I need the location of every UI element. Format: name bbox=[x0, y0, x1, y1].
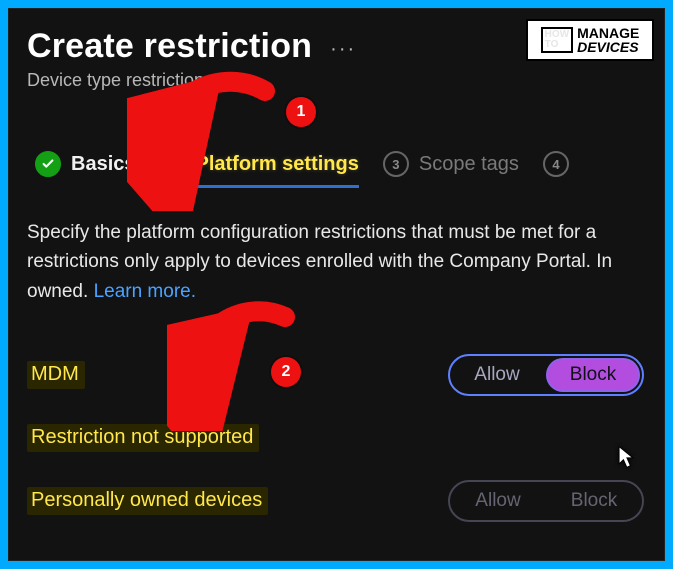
setting-label: Restriction not supported bbox=[27, 424, 259, 452]
app-frame: HOW TO MANAGE DEVICES Create restriction… bbox=[8, 8, 665, 561]
logo-to: TO bbox=[545, 40, 569, 50]
description-line-1: Specify the platform configuration restr… bbox=[27, 222, 596, 243]
wizard-steps: Basics 2 Platform settings 3 Scope tags … bbox=[27, 151, 646, 186]
step-number-icon: 4 bbox=[543, 151, 569, 177]
toggle-mdm[interactable]: Allow Block bbox=[448, 354, 644, 396]
settings-list: MDM Allow Block Restriction not supporte… bbox=[27, 354, 646, 522]
step-number-icon: 3 bbox=[383, 151, 409, 177]
step-label: Basics bbox=[71, 153, 136, 176]
page-subtitle: Device type restriction bbox=[27, 70, 646, 91]
annotation-arrow-1 bbox=[127, 71, 287, 211]
logo-devices: DEVICES bbox=[577, 40, 638, 54]
description-block: Specify the platform configuration restr… bbox=[27, 218, 646, 306]
more-options-button[interactable]: ··· bbox=[330, 32, 356, 61]
setting-label: MDM bbox=[27, 361, 85, 389]
description-line-2: restrictions only apply to devices enrol… bbox=[27, 251, 612, 272]
toggle-option-block: Block bbox=[546, 482, 642, 520]
logo-howto: HOW TO bbox=[541, 27, 573, 53]
checkmark-icon bbox=[35, 151, 61, 177]
toggle-option-allow: Allow bbox=[450, 482, 546, 520]
page-title: Create restriction bbox=[27, 27, 312, 66]
learn-more-link[interactable]: Learn more. bbox=[94, 281, 196, 302]
step-scope-tags[interactable]: 3 Scope tags bbox=[383, 151, 519, 185]
description-line-3: owned. bbox=[27, 281, 88, 302]
step-platform-settings[interactable]: 2 Platform settings bbox=[160, 151, 359, 188]
setting-row-restriction-not-supported: Restriction not supported bbox=[27, 424, 646, 452]
step-four[interactable]: 4 bbox=[543, 151, 569, 185]
annotation-badge-1: 1 bbox=[286, 97, 316, 127]
setting-label: Personally owned devices bbox=[27, 487, 268, 515]
logo-manage: MANAGE bbox=[577, 26, 639, 40]
setting-row-mdm: MDM Allow Block bbox=[27, 354, 646, 396]
step-label: Platform settings bbox=[196, 153, 359, 176]
watermark-logo: HOW TO MANAGE DEVICES bbox=[526, 19, 654, 61]
toggle-option-block[interactable]: Block bbox=[546, 358, 640, 392]
step-basics[interactable]: Basics bbox=[35, 151, 136, 185]
toggle-personally-owned: Allow Block bbox=[448, 480, 644, 522]
setting-row-personally-owned: Personally owned devices Allow Block bbox=[27, 480, 646, 522]
toggle-option-allow[interactable]: Allow bbox=[450, 356, 544, 394]
step-number-icon: 2 bbox=[160, 151, 186, 177]
step-label: Scope tags bbox=[419, 153, 519, 176]
